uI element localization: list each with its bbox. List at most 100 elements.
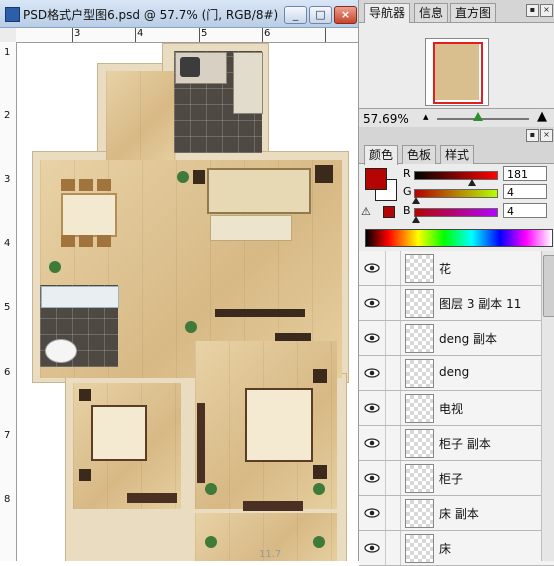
- eye-icon[interactable]: [364, 365, 380, 381]
- panel-close-icon[interactable]: ×: [540, 4, 553, 17]
- layer-thumbnail[interactable]: [405, 394, 434, 423]
- gamut-warning-icon[interactable]: ⚠: [361, 205, 371, 218]
- layer-row[interactable]: 花: [359, 251, 554, 286]
- color-panel[interactable]: ▪ × 颜色 色板 样式 R 181 G 4 ⚠ B 4: [358, 127, 554, 251]
- eye-icon[interactable]: [364, 505, 380, 521]
- dining-chair: [97, 179, 111, 191]
- coffee-table: [210, 215, 292, 241]
- restore-button[interactable]: □: [309, 6, 332, 24]
- plant: [205, 483, 217, 495]
- horizontal-ruler[interactable]: 3 4 5 6: [16, 28, 358, 43]
- eye-icon[interactable]: [364, 540, 380, 556]
- zoom-value[interactable]: 57.69%: [363, 112, 409, 126]
- layer-thumbnail[interactable]: [405, 289, 434, 318]
- panel-close-icon[interactable]: ×: [540, 129, 553, 142]
- tab-swatches[interactable]: 色板: [402, 145, 437, 164]
- panel-collapse-icon[interactable]: ▪: [526, 4, 539, 17]
- red-value-field[interactable]: 181: [503, 166, 547, 181]
- zoom-in-icon[interactable]: ▲: [537, 109, 547, 124]
- eye-icon[interactable]: [364, 400, 380, 416]
- zoom-out-icon[interactable]: ▴: [423, 110, 429, 123]
- layer-link-cell[interactable]: [385, 496, 401, 530]
- layer-row[interactable]: deng 副本: [359, 321, 554, 356]
- layer-name[interactable]: 床: [439, 540, 451, 557]
- layer-name[interactable]: 图层 3 副本 11: [439, 295, 521, 312]
- eye-icon[interactable]: [364, 435, 380, 451]
- layer-thumbnail[interactable]: [405, 429, 434, 458]
- zoom-slider-thumb[interactable]: [473, 112, 484, 121]
- image-canvas[interactable]: 11.7: [17, 43, 358, 561]
- layer-thumbnail[interactable]: [405, 499, 434, 528]
- layer-row[interactable]: 柜子: [359, 461, 554, 496]
- tv-cabinet: [215, 309, 305, 317]
- layer-thumbnail[interactable]: [405, 464, 434, 493]
- gamut-color-swatch[interactable]: [383, 206, 395, 218]
- canvas-bottom-label: 11.7: [259, 549, 282, 560]
- tab-color[interactable]: 颜色: [364, 145, 399, 165]
- navigator-thumbnail[interactable]: [425, 38, 489, 106]
- foreground-color-swatch[interactable]: [365, 168, 387, 190]
- eye-icon[interactable]: [364, 470, 380, 486]
- document-window[interactable]: PSD格式户型图6.psd @ 57.7% (门, RGB/8#) _ □ × …: [0, 0, 358, 561]
- red-slider-track[interactable]: [414, 171, 498, 180]
- ruler-label: 1: [4, 47, 11, 58]
- layers-panel[interactable]: 花图层 3 副本 11 deng 副本 deng 电视柜子 副本柜子床 副本床: [358, 251, 554, 566]
- ruler-label: 5: [201, 28, 208, 39]
- layer-link-cell[interactable]: [385, 531, 401, 565]
- navigator-panel[interactable]: 导航器 信息 直方图 ▪ × 57.69% ▴ ▲: [358, 0, 554, 128]
- layer-name[interactable]: deng 副本: [439, 330, 497, 347]
- layer-thumbnail[interactable]: [405, 254, 434, 283]
- layer-link-cell[interactable]: [385, 286, 401, 320]
- tab-info[interactable]: 信息: [414, 3, 449, 22]
- nightstand: [313, 369, 327, 383]
- layer-link-cell[interactable]: [385, 426, 401, 460]
- minimize-button[interactable]: _: [284, 6, 307, 24]
- layer-name[interactable]: 柜子: [439, 470, 463, 487]
- layer-link-cell[interactable]: [385, 251, 401, 285]
- document-title: PSD格式户型图6.psd @ 57.7% (门, RGB/8#): [23, 8, 279, 22]
- layer-name[interactable]: 床 副本: [439, 505, 479, 522]
- layer-thumbnail[interactable]: [405, 534, 434, 563]
- red-slider-thumb[interactable]: [468, 179, 477, 186]
- layer-name[interactable]: 花: [439, 260, 451, 277]
- layer-row[interactable]: deng: [359, 356, 554, 391]
- eye-icon[interactable]: [364, 260, 380, 276]
- layers-scrollbar-thumb[interactable]: [543, 255, 554, 317]
- document-title-bar[interactable]: PSD格式户型图6.psd @ 57.7% (门, RGB/8#) _ □ ×: [0, 0, 358, 28]
- green-value-field[interactable]: 4: [503, 184, 547, 199]
- layer-row[interactable]: 床 副本: [359, 496, 554, 531]
- ruler-origin[interactable]: [0, 28, 17, 43]
- layer-link-cell[interactable]: [385, 391, 401, 425]
- color-spectrum-ramp[interactable]: [365, 229, 553, 247]
- layer-name[interactable]: 电视: [439, 400, 463, 417]
- tab-histogram[interactable]: 直方图: [450, 3, 497, 22]
- blue-value-field[interactable]: 4: [503, 203, 547, 218]
- layer-row[interactable]: 图层 3 副本 11: [359, 286, 554, 321]
- blue-slider-track[interactable]: [414, 208, 498, 217]
- side-table: [315, 165, 333, 183]
- tab-styles[interactable]: 样式: [440, 145, 475, 164]
- green-slider-thumb[interactable]: [411, 197, 420, 204]
- toilet: [45, 339, 77, 363]
- close-button[interactable]: ×: [334, 6, 357, 24]
- layer-link-cell[interactable]: [385, 461, 401, 495]
- layer-thumbnail[interactable]: [405, 359, 434, 388]
- eye-icon[interactable]: [364, 295, 380, 311]
- side-table: [193, 170, 205, 184]
- layer-name[interactable]: 柜子 副本: [439, 435, 491, 452]
- layers-scrollbar[interactable]: [541, 251, 554, 561]
- blue-slider-thumb[interactable]: [411, 216, 420, 223]
- green-slider-track[interactable]: [414, 189, 498, 198]
- layer-row[interactable]: 电视: [359, 391, 554, 426]
- vertical-ruler[interactable]: 1 2 3 4 5 6 7 8: [0, 42, 17, 561]
- navigator-view-box[interactable]: [433, 42, 483, 104]
- tab-navigator[interactable]: 导航器: [364, 3, 411, 23]
- panel-collapse-icon[interactable]: ▪: [526, 129, 539, 142]
- layer-link-cell[interactable]: [385, 356, 401, 390]
- layer-name[interactable]: deng: [439, 365, 469, 379]
- layer-thumbnail[interactable]: [405, 324, 434, 353]
- wardrobe: [197, 403, 205, 483]
- layer-link-cell[interactable]: [385, 321, 401, 355]
- layer-row[interactable]: 柜子 副本: [359, 426, 554, 461]
- eye-icon[interactable]: [364, 330, 380, 346]
